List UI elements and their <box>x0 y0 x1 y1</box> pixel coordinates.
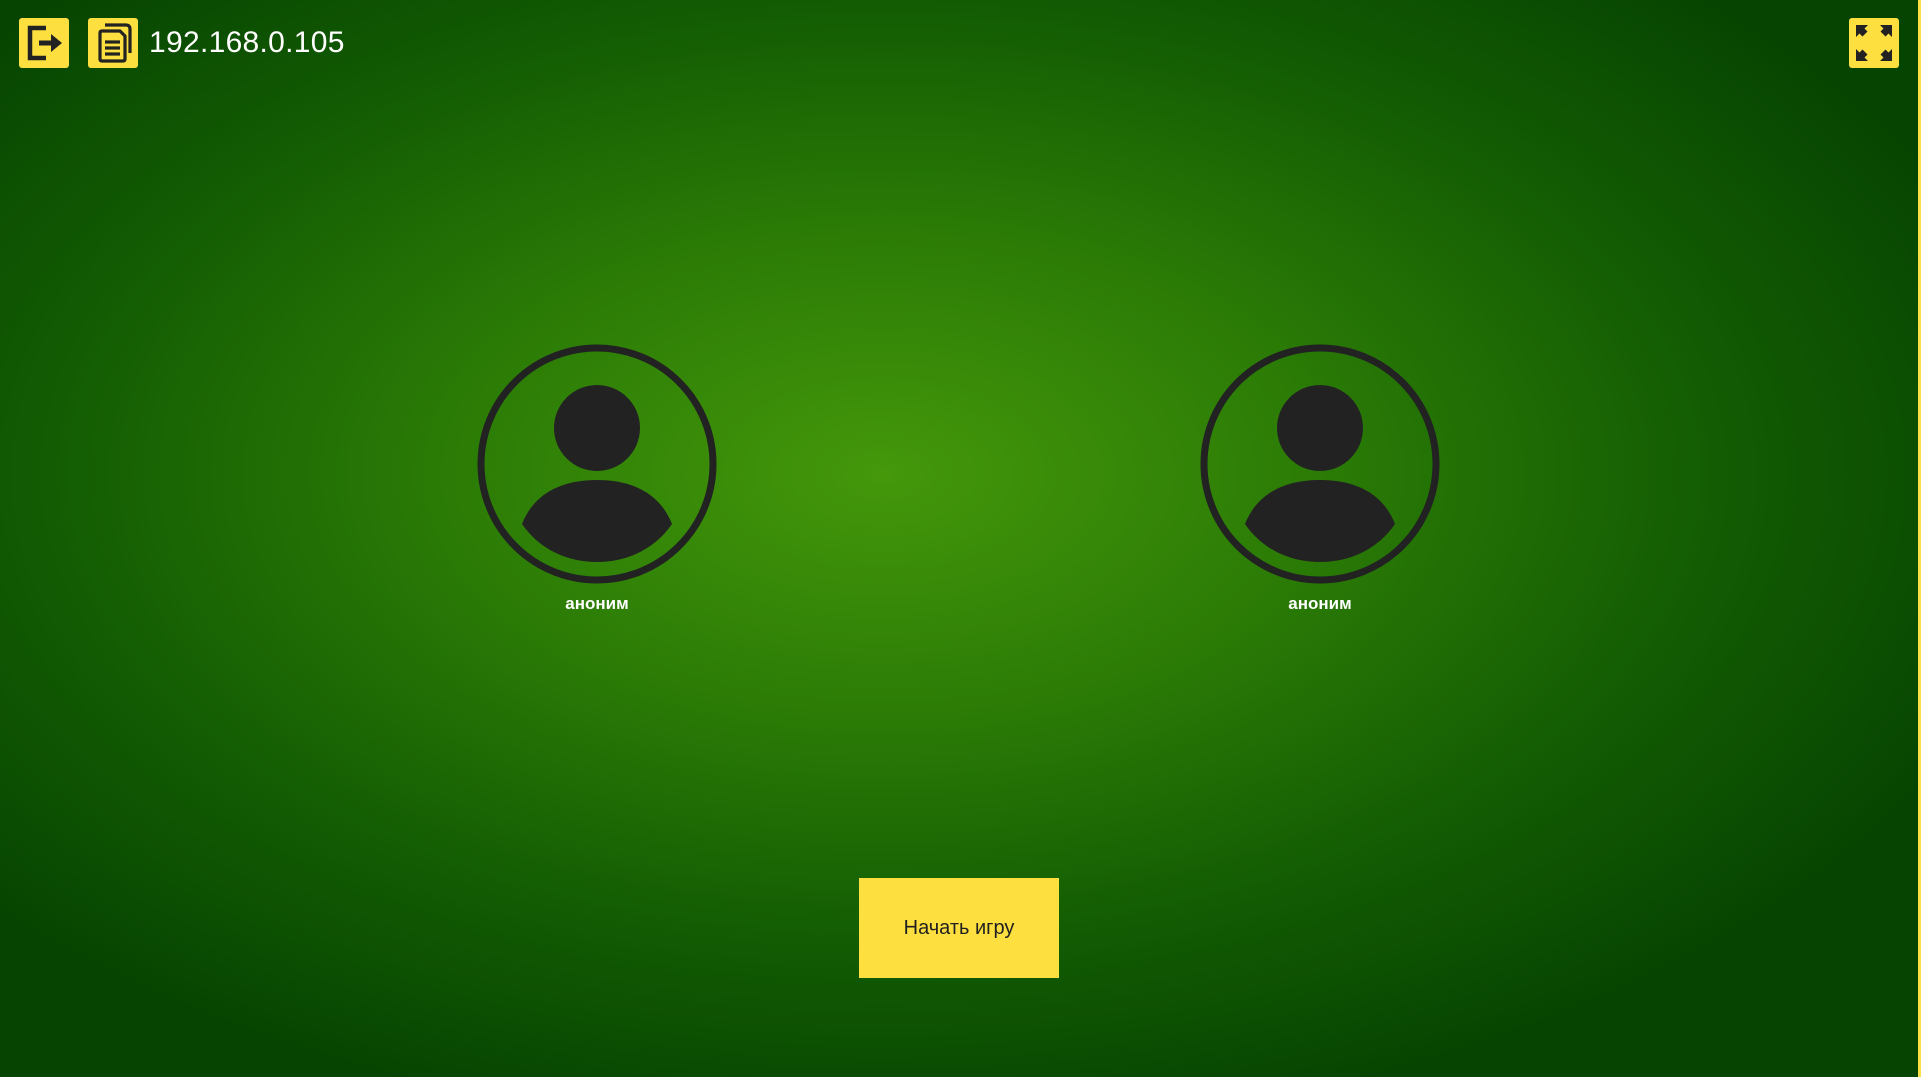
fullscreen-icon <box>1856 25 1892 61</box>
player-name: аноним <box>1288 594 1352 613</box>
start-game-label: Начать игру <box>903 916 1015 939</box>
exit-button[interactable] <box>19 18 69 68</box>
player-slot-2: аноним <box>1200 344 1440 614</box>
player-name: аноним <box>565 594 629 613</box>
player-slot-1: аноним <box>477 344 717 614</box>
log-button[interactable] <box>88 18 138 68</box>
exit-icon <box>27 25 62 61</box>
document-icon <box>98 23 132 63</box>
user-avatar-icon <box>1200 344 1440 584</box>
user-avatar-icon <box>477 344 717 584</box>
server-address: 192.168.0.105 <box>149 26 345 59</box>
start-game-button[interactable]: Начать игру <box>859 878 1059 978</box>
fullscreen-button[interactable] <box>1849 18 1899 68</box>
